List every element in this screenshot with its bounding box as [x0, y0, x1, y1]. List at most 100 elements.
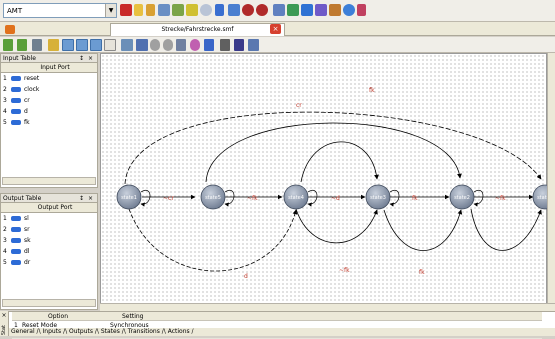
panel-controls-icon[interactable]: ↕ ×	[79, 194, 94, 203]
grid-tool-icon[interactable]	[90, 39, 102, 51]
input-table-scrollbar[interactable]	[2, 177, 96, 185]
settings-tabs[interactable]: General /\ Inputs /\ Outputs /\ States /…	[9, 328, 555, 336]
port-row[interactable]: 1 reset	[1, 73, 97, 84]
graph-icon[interactable]	[287, 4, 299, 16]
transition-label[interactable]: fk	[412, 195, 418, 202]
text-icon[interactable]	[220, 39, 230, 51]
input-port-column-header[interactable]: Input Port	[1, 63, 97, 73]
zoom-out-icon[interactable]	[163, 39, 173, 51]
transition-arc[interactable]	[300, 141, 379, 183]
port-icon	[11, 98, 21, 103]
port-row[interactable]: 2 clock	[1, 84, 97, 95]
forward-icon[interactable]	[3, 39, 13, 51]
close-window-icon[interactable]	[120, 4, 132, 16]
canvas-vertical-scrollbar[interactable]	[547, 53, 555, 303]
state-node[interactable]: state1	[116, 184, 142, 210]
close-icon[interactable]: ×	[0, 312, 8, 319]
transition-label[interactable]: ~fk	[339, 267, 350, 274]
timer-icon[interactable]	[242, 4, 254, 16]
transition-label[interactable]: ~fk	[495, 195, 506, 202]
row-number: 1	[3, 215, 7, 222]
route-icon[interactable]	[204, 39, 214, 51]
chevron-down-icon[interactable]: ▼	[105, 4, 116, 17]
port-icon	[11, 76, 21, 81]
port-row[interactable]: 2 sr	[1, 224, 97, 235]
port-row[interactable]: 1 sl	[1, 213, 97, 224]
person-icon[interactable]	[329, 4, 341, 16]
transition-arc[interactable]	[205, 122, 462, 183]
run-icon[interactable]	[228, 4, 240, 16]
row-number: 3	[3, 237, 7, 244]
state-label: state3	[370, 195, 386, 201]
state-node[interactable]: state2	[449, 184, 475, 210]
transition-arc[interactable]	[470, 208, 542, 251]
row-number: 2	[3, 86, 7, 93]
output-table-scrollbar[interactable]	[2, 299, 96, 307]
pan-icon[interactable]	[176, 39, 186, 51]
transition-label[interactable]: ~fk	[247, 195, 258, 202]
diamond-purple-icon[interactable]	[315, 4, 327, 16]
gear-icon[interactable]	[172, 4, 184, 16]
transition-label[interactable]: fk	[369, 87, 375, 94]
transition-label[interactable]: fk	[419, 269, 425, 276]
settings-option-header[interactable]: Option	[48, 312, 68, 321]
design-combo[interactable]: AMT ▼	[3, 3, 117, 18]
state-node[interactable]: state3	[365, 184, 391, 210]
panel-controls-icon[interactable]: ↕ ×	[79, 54, 94, 63]
pencil-icon[interactable]	[146, 4, 155, 16]
transition-label[interactable]: d	[244, 273, 248, 280]
port-icon	[11, 238, 21, 243]
document-tab[interactable]: Strecke/Fahrstrecke.smf	[110, 23, 285, 36]
state-diagram-canvas[interactable]: state1 state5 state4 state3 state2 state6 fk c…	[100, 53, 555, 311]
port-row[interactable]: 3 sk	[1, 235, 97, 246]
output-port-column-header[interactable]: Output Port	[1, 203, 97, 213]
transition-arc[interactable]	[383, 209, 463, 251]
transition-arc[interactable]	[128, 208, 298, 272]
port-name: reset	[24, 75, 40, 82]
transition-label[interactable]: ~d	[331, 195, 340, 202]
circle-icon[interactable]	[200, 4, 212, 16]
zoom-in-icon[interactable]	[150, 39, 160, 51]
transition-label[interactable]: ~cr	[163, 195, 174, 202]
transition-label[interactable]: cr	[296, 102, 302, 109]
settings-setting-header[interactable]: Setting	[122, 312, 143, 321]
find-icon[interactable]	[32, 39, 42, 51]
canvas-horizontal-scrollbar[interactable]	[100, 303, 555, 311]
port-row[interactable]: 4d	[1, 106, 97, 117]
port-row[interactable]: 4 dl	[1, 246, 97, 257]
properties-icon[interactable]	[121, 39, 133, 51]
state-node[interactable]: state4	[283, 184, 309, 210]
select-icon[interactable]	[48, 39, 59, 51]
port-row[interactable]: 5 fk	[1, 117, 97, 128]
back-icon[interactable]	[17, 39, 27, 51]
tools-icon[interactable]	[158, 4, 170, 16]
state-tool-icon[interactable]	[62, 39, 74, 51]
timer2-icon[interactable]	[256, 4, 268, 16]
bookmark-icon[interactable]	[234, 39, 244, 51]
close-tab-icon[interactable]: ×	[270, 24, 281, 34]
table-tool-icon[interactable]	[104, 39, 116, 51]
play-icon[interactable]	[215, 4, 224, 16]
color-icon[interactable]	[190, 39, 200, 51]
row-number: 5	[3, 119, 7, 126]
compare-icon[interactable]	[273, 4, 285, 16]
layout-icon[interactable]	[248, 39, 259, 51]
help-icon[interactable]	[343, 4, 355, 16]
port-icon	[11, 216, 21, 221]
transition-tool-icon[interactable]	[76, 39, 88, 51]
wand-icon[interactable]	[134, 4, 143, 16]
port-icon	[11, 227, 21, 232]
port-icon	[11, 120, 21, 125]
row-number: 5	[3, 259, 7, 266]
state-node[interactable]: state5	[200, 184, 226, 210]
settings-tab-strip-label[interactable]: General /\ Inputs /\ Outputs /\ States /…	[11, 328, 194, 335]
state-node[interactable]: state6	[532, 184, 555, 210]
diamond-blue-icon[interactable]	[301, 4, 313, 16]
port-row[interactable]: 5 dr	[1, 257, 97, 268]
fit-icon[interactable]	[136, 39, 148, 51]
flag-icon[interactable]	[357, 4, 366, 16]
diamond-icon[interactable]	[186, 4, 198, 16]
port-row[interactable]: 3 cr	[1, 95, 97, 106]
transition-arc[interactable]	[295, 208, 378, 244]
state-label: state5	[205, 195, 221, 201]
